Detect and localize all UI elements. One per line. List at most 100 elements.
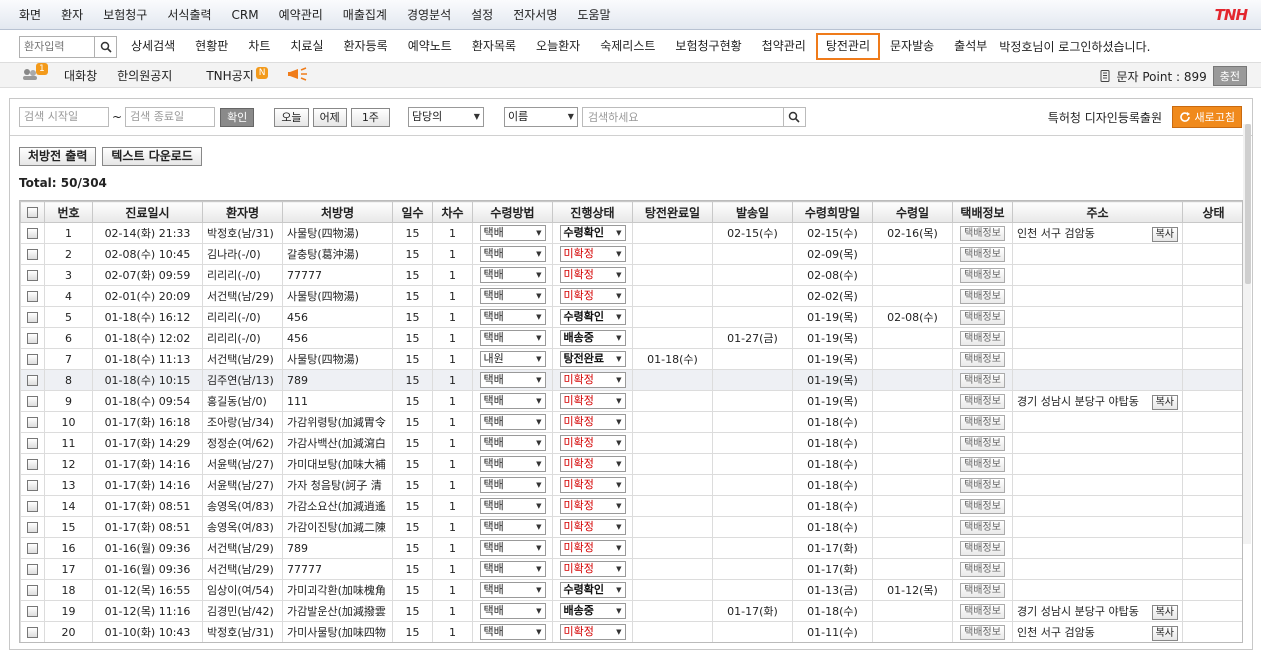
row-checkbox[interactable] [27,627,38,638]
table-row[interactable]: 14 01-17(화) 08:51 송영옥(여/83) 가감소요산(加減逍遙 15 1 택배… [20,495,1242,517]
column-header[interactable]: 진료일시 [92,201,203,223]
table-row[interactable]: 701-18(수) 11:13서건택(남/29)사물탕(四物湯)151 내원 탕전완… [20,348,1242,370]
patient-name[interactable]: 서윤택(남/27) [202,474,283,496]
clinic-notice-link[interactable]: 한의원공지 [107,67,182,84]
delivery-info-button[interactable]: 택배정보 [960,225,1005,241]
menu-item-3[interactable]: 서식출력 [157,0,221,30]
delivery-info-button[interactable]: 택배정보 [960,624,1005,640]
row-checkbox[interactable] [27,249,38,260]
copy-button[interactable]: 복사 [1151,226,1178,242]
table-row[interactable]: 15 01-17(화) 08:51 송영옥(여/83) 가감이진탕(加減二陳 15 1 택배… [20,516,1242,538]
progress-status-select[interactable]: 미확정 [559,519,626,535]
column-header[interactable]: 발송일 [712,201,793,223]
menu-item-2[interactable]: 보험청구 [93,0,157,30]
row-checkbox[interactable] [27,543,38,554]
nav-item-9[interactable]: 보험청구현황 [665,33,751,60]
table-row[interactable]: 801-18(수) 10:15김주연(남/13)789151 택배 미확정 01-19… [20,369,1242,391]
progress-status-select[interactable]: 탕전완료 [559,351,626,367]
table-row[interactable]: 12 01-17(화) 14:16 서윤택(남/27) 가미대보탕(加味大補 15 1 택배… [20,453,1242,475]
menu-item-7[interactable]: 경영분석 [397,0,461,30]
start-date-input[interactable]: 검색 시작일 [19,107,109,127]
nav-item-6[interactable]: 환자목록 [462,33,526,60]
receipt-method-select[interactable]: 택배 [479,309,546,325]
scrollbar-thumb[interactable] [1245,124,1251,284]
menu-item-1[interactable]: 환자 [51,0,93,30]
table-row[interactable]: 901-18(수) 09:54홍길동(남/0)111151 택배 미확정 01-19(… [20,390,1242,412]
patient-name[interactable]: 서건택(남/29) [202,348,283,370]
nav-item-8[interactable]: 숙제리스트 [590,33,665,60]
progress-status-select[interactable]: 미확정 [559,246,626,262]
column-header[interactable]: 진행상태 [552,201,633,223]
patient-name[interactable]: 리리리(-/0) [202,327,283,349]
progress-status-select[interactable]: 미확정 [559,498,626,514]
receipt-method-select[interactable]: 택배 [479,519,546,535]
receipt-method-select[interactable]: 택배 [479,246,546,262]
receipt-method-select[interactable]: 택배 [479,540,546,556]
delivery-info-button[interactable]: 택배정보 [960,561,1005,577]
table-row[interactable]: 202-08(수) 10:45김나라(-/0)갈충탕(葛沖湯)151 택배 미확정 0… [20,243,1242,265]
delivery-info-button[interactable]: 택배정보 [960,309,1005,325]
nav-item-7[interactable]: 오늘환자 [526,33,590,60]
row-checkbox[interactable] [27,438,38,449]
keyword-search-input[interactable]: 검색하세요 [583,109,783,125]
refresh-button[interactable]: 새로고침 [1171,106,1242,128]
delivery-info-button[interactable]: 택배정보 [960,414,1005,430]
nav-item-1[interactable]: 현황판 [185,33,238,60]
nav-item-5[interactable]: 예약노트 [398,33,462,60]
receipt-method-select[interactable]: 택배 [479,477,546,493]
patient-name[interactable]: 박정호(남/31) [202,222,283,244]
progress-status-select[interactable]: 미확정 [559,477,626,493]
table-row[interactable]: 102-14(화) 21:33박정호(남/31)사물탕(四物湯)151택배수령확… [20,222,1242,244]
menu-item-9[interactable]: 전자서명 [503,0,567,30]
column-header[interactable]: 처방명 [282,201,393,223]
patient-name[interactable]: 서건택(남/29) [202,285,283,307]
menu-item-4[interactable]: CRM [222,0,269,30]
row-checkbox[interactable] [27,564,38,575]
patient-name[interactable]: 임상이(여/54) [202,579,283,601]
confirm-button[interactable]: 확인 [220,107,255,127]
row-checkbox[interactable] [27,501,38,512]
row-checkbox[interactable] [27,354,38,365]
delivery-info-button[interactable]: 택배정보 [960,435,1005,451]
progress-status-select[interactable]: 미확정 [559,267,626,283]
nav-item-4[interactable]: 환자등록 [334,33,398,60]
patient-name[interactable]: 리리리(-/0) [202,264,283,286]
patient-name[interactable]: 홍길동(남/0) [202,390,283,412]
patient-name[interactable]: 정정순(여/62) [202,432,283,454]
row-checkbox[interactable] [27,396,38,407]
copy-button[interactable]: 복사 [1151,604,1178,620]
delivery-info-button[interactable]: 택배정보 [960,498,1005,514]
column-header[interactable]: 일수 [392,201,433,223]
nav-item-3[interactable]: 치료실 [280,33,333,60]
delivery-info-button[interactable]: 택배정보 [960,246,1005,262]
delivery-info-button[interactable]: 택배정보 [960,456,1005,472]
patient-name[interactable]: 서건택(남/29) [202,537,283,559]
table-row[interactable]: 302-07(화) 09:59리리리(-/0)77777151 택배 미확정 02-0… [20,264,1242,286]
copy-button[interactable]: 복사 [1151,394,1178,410]
today-button[interactable]: 오늘 [274,107,309,127]
table-row[interactable]: 501-18(수) 16:12리리리(-/0)456151 택배 수령확인 01-19… [20,306,1242,328]
table-row[interactable]: 18 01-12(목) 16:55 임상이(여/54) 가미괴각환(加味槐角 15 1 택배… [20,579,1242,601]
progress-status-select[interactable]: 미확정 [559,456,626,472]
row-checkbox[interactable] [27,333,38,344]
progress-status-select[interactable]: 배송중 [559,330,626,346]
patient-name[interactable]: 박정호(남/31) [202,621,283,642]
delivery-info-button[interactable]: 택배정보 [960,372,1005,388]
receipt-method-select[interactable]: 택배 [479,225,546,241]
receipt-method-select[interactable]: 택배 [479,456,546,472]
column-header[interactable]: 수령방법 [472,201,553,223]
delivery-info-button[interactable]: 택배정보 [960,330,1005,346]
delivery-info-button[interactable]: 택배정보 [960,603,1005,619]
patient-name[interactable]: 서건택(남/29) [202,558,283,580]
progress-status-select[interactable]: 미확정 [559,414,626,430]
row-checkbox[interactable] [27,459,38,470]
progress-status-select[interactable]: 수령확인 [559,582,626,598]
row-checkbox[interactable] [27,606,38,617]
nav-item-2[interactable]: 차트 [238,33,280,60]
search-icon[interactable] [782,108,805,126]
patient-name[interactable]: 김주연(남/13) [202,369,283,391]
receipt-method-select[interactable]: 택배 [479,267,546,283]
patient-search-input[interactable] [20,36,94,57]
column-header[interactable]: 상태 [1182,201,1242,223]
table-row[interactable]: 10 01-17(화) 16:18 조아랑(남/34) 가감위령탕(加減胃令 15 1 택배… [20,411,1242,433]
